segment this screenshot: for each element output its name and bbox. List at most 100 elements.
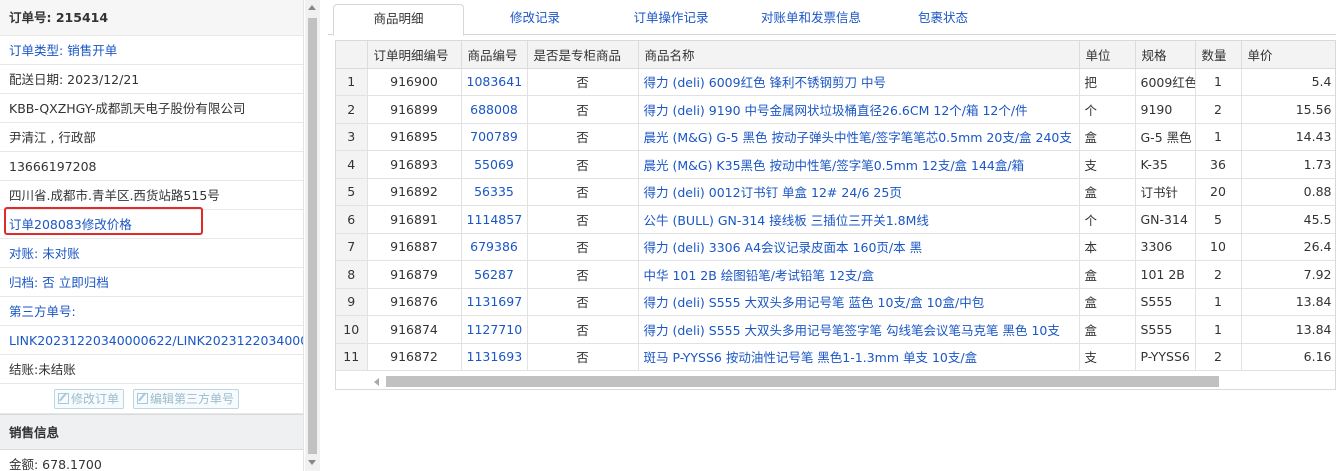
cell-row-index: 2 [336,95,368,124]
col-header-product-no[interactable]: 商品编号 [461,41,528,69]
cell-detail-no: 916887 [367,233,462,261]
cell-spec: 订书针 [1135,178,1196,206]
cell-row-index: 4 [336,150,368,179]
col-header-product-name[interactable]: 商品名称 [638,41,1080,69]
col-header-spec[interactable]: 规格 [1135,41,1196,69]
third-party-number-link[interactable]: LINK20231220340000622/LINK20231220340000… [0,326,303,355]
table-row[interactable]: 3 916895 700789 否晨光 (M&G) G-5 黑色 按动子弹头中性笔/签… [336,123,1335,151]
cell-quantity: 2 [1195,260,1242,289]
cell-product-no[interactable]: 55069 [461,150,528,179]
cell-product-name[interactable]: 晨光 (M&G) K35黑色 按动中性笔/签字笔0.5mm 12支/盒 144盒… [638,150,1080,179]
cell-quantity: 20 [1195,178,1242,206]
archive-now-link[interactable]: 立即归档 [59,275,109,290]
delivery-date: 配送日期: 2023/12/21 [0,65,303,94]
cell-detail-no: 916900 [367,68,462,96]
cell-product-name[interactable]: 斑马 P-YYSS6 按动油性记号笔 黑色1-1.3mm 单支 10支/盒 [638,343,1080,371]
company-name: KBB-QXZHGY-成都凯天电子股份有限公司 [0,94,303,123]
cell-row-index: 11 [336,343,368,371]
edit-third-party-label: 编辑第三方单号 [150,392,235,406]
cell-detail-no: 916874 [367,315,462,344]
cell-counter-product: 否 [527,150,639,179]
left-vertical-scrollbar[interactable] [305,0,320,471]
cell-product-no[interactable]: 688008 [461,95,528,124]
cell-counter-product: 否 [527,260,639,289]
table-row[interactable]: 11 916872 1131693 否斑马 P-YYSS6 按动油性记号笔 黑色1-1… [336,343,1335,371]
table-row[interactable]: 5 916892 56335 否得力 (deli) 0012订书钉 单盒 12# 24… [336,178,1335,206]
cell-product-no[interactable]: 1131697 [461,288,528,316]
col-header-counter-product[interactable]: 是否是专柜商品 [527,41,639,69]
edit-order-label: 修改订单 [71,392,120,406]
cell-detail-no: 916872 [367,343,462,371]
cell-product-no[interactable]: 1114857 [461,205,528,234]
scroll-up-arrow-icon[interactable] [308,5,316,10]
cell-quantity: 36 [1195,150,1242,179]
cell-quantity: 2 [1195,95,1242,124]
table-row[interactable]: 1 916900 1083641 否得力 (deli) 6009红色 锋利不锈钢剪刀 … [336,68,1335,96]
cell-spec: K-35 [1135,150,1196,179]
col-header-unit-price[interactable]: 单价 [1241,41,1335,69]
cell-unit-price: 7.92 [1241,260,1335,289]
tab-modification-log[interactable]: 修改记录 [488,4,582,35]
cell-unit: 盒 [1079,123,1136,151]
cell-unit: 盒 [1079,315,1136,344]
settle-value: 未结账 [38,362,76,377]
cell-counter-product: 否 [527,233,639,261]
table-header-row: 订单明细编号 商品编号 是否是专柜商品 商品名称 单位 规格 数量 单价 [336,41,1335,69]
cell-quantity: 1 [1195,315,1242,344]
scrollbar-thumb[interactable] [308,18,317,454]
col-header-unit[interactable]: 单位 [1079,41,1136,69]
cell-product-name[interactable]: 得力 (deli) S555 大双头多用记号笔签字笔 勾线笔会议笔马克笔 黑色 … [638,315,1080,344]
cell-product-no[interactable]: 679386 [461,233,528,261]
table-row[interactable]: 7 916887 679386 否得力 (deli) 3306 A4会议记录皮面本 1… [336,233,1335,261]
cell-counter-product: 否 [527,123,639,151]
cell-product-no[interactable]: 1083641 [461,68,528,96]
tab-reconcile-invoice[interactable]: 对账单和发票信息 [741,4,881,35]
cell-unit: 支 [1079,150,1136,179]
cell-product-name[interactable]: 得力 (deli) 0012订书钉 单盒 12# 24/6 25页 [638,178,1080,206]
third-party-label: 第三方单号: [9,304,76,319]
table-row[interactable]: 10 916874 1127710 否得力 (deli) S555 大双头多用记号笔签… [336,315,1335,344]
cell-product-no[interactable]: 700789 [461,123,528,151]
table-row[interactable]: 6 916891 1114857 否公牛 (BULL) GN-314 接线板 三插位三… [336,205,1335,234]
cell-product-name[interactable]: 得力 (deli) S555 大双头多用记号笔 蓝色 10支/盒 10盒/中包 [638,288,1080,316]
cell-product-no[interactable]: 56335 [461,178,528,206]
cell-counter-product: 否 [527,68,639,96]
cell-unit: 盒 [1079,288,1136,316]
order-number-row: 订单号: 215414 [0,0,303,36]
edit-order-button[interactable]: 修改订单 [54,389,125,409]
cell-product-no[interactable]: 1127710 [461,315,528,344]
tab-order-operation-log[interactable]: 订单操作记录 [614,4,728,35]
cell-product-name[interactable]: 公牛 (BULL) GN-314 接线板 三插位三开关1.8M线 [638,205,1080,234]
product-grid: 订单明细编号 商品编号 是否是专柜商品 商品名称 单位 规格 数量 单价 1 91… [335,40,1336,390]
col-header-quantity[interactable]: 数量 [1195,41,1242,69]
tab-package-status[interactable]: 包裹状态 [903,4,983,35]
table-row[interactable]: 8 916879 56287 否中华 101 2B 绘图铅笔/考试铅笔 12支/盒盒 1… [336,260,1335,289]
table-row[interactable]: 2 916899 688008 否得力 (deli) 9190 中号金属网状垃圾桶直径… [336,95,1335,124]
cell-product-no[interactable]: 56287 [461,260,528,289]
edit-third-party-button[interactable]: 编辑第三方单号 [133,389,240,409]
cell-product-name[interactable]: 得力 (deli) 6009红色 锋利不锈钢剪刀 中号 [638,68,1080,96]
cell-product-name[interactable]: 晨光 (M&G) G-5 黑色 按动子弹头中性笔/签字笔笔芯0.5mm 20支/… [638,123,1080,151]
order-number-label: 订单号: [9,10,52,25]
cell-product-name[interactable]: 得力 (deli) 9190 中号金属网状垃圾桶直径26.6CM 12个/箱 1… [638,95,1080,124]
settle-row: 结账:未结账 [0,355,303,384]
cell-quantity: 1 [1195,123,1242,151]
cell-row-index: 7 [336,233,368,261]
table-row[interactable]: 9 916876 1131697 否得力 (deli) S555 大双头多用记号笔 蓝… [336,288,1335,316]
cell-detail-no: 916899 [367,95,462,124]
scroll-left-arrow-icon[interactable] [374,378,379,386]
cell-quantity: 10 [1195,233,1242,261]
table-row[interactable]: 4 916893 55069 否晨光 (M&G) K35黑色 按动中性笔/签字笔0.5… [336,150,1335,179]
cell-product-name[interactable]: 中华 101 2B 绘图铅笔/考试铅笔 12支/盒 [638,260,1080,289]
cell-product-no[interactable]: 1131693 [461,343,528,371]
horizontal-scrollbar[interactable] [336,373,1335,389]
cell-unit-price: 26.4 [1241,233,1335,261]
cell-product-name[interactable]: 得力 (deli) 3306 A4会议记录皮面本 160页/本 黑 [638,233,1080,261]
col-header-detail-no[interactable]: 订单明细编号 [367,41,462,69]
cell-counter-product: 否 [527,288,639,316]
edit-icon [137,393,148,404]
cell-spec: S555 [1135,315,1196,344]
horizontal-scrollbar-thumb[interactable] [386,376,1219,387]
scroll-down-arrow-icon[interactable] [308,460,316,465]
tab-product-details[interactable]: 商品明细 [333,4,464,36]
